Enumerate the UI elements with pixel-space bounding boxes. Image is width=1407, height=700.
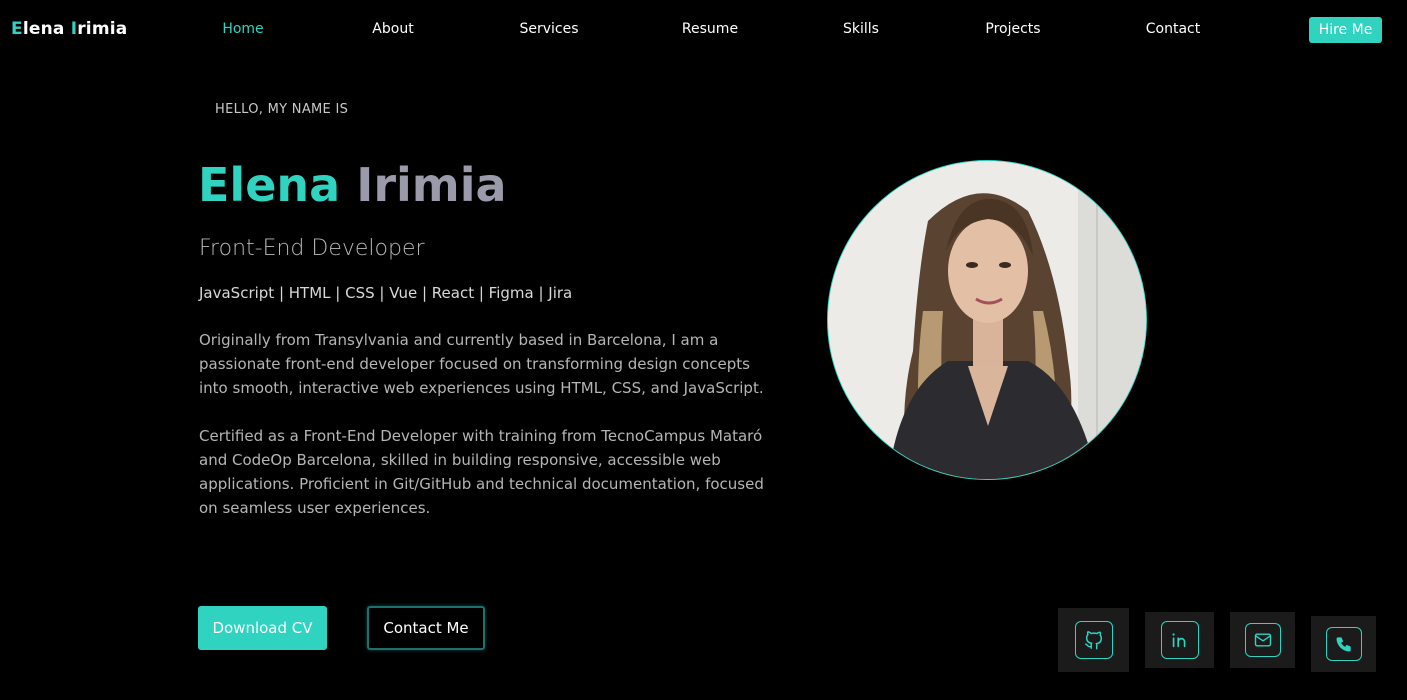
profile-photo (827, 160, 1147, 480)
phone-link[interactable] (1311, 616, 1376, 672)
phone-icon (1336, 637, 1351, 652)
logo[interactable]: Elena Irimia (11, 19, 127, 39)
nav-contact[interactable]: Contact (1146, 21, 1200, 37)
bio-paragraph-2: Certified as a Front-End Developer with … (199, 427, 764, 517)
navbar: Elena Irimia Home About Services Resume … (0, 0, 1407, 60)
nav-home[interactable]: Home (222, 21, 263, 37)
linkedin-link[interactable] (1145, 612, 1214, 668)
linkedin-icon-frame (1160, 621, 1199, 659)
phone-icon-frame (1325, 627, 1362, 661)
logo-first-rest: lena (22, 19, 71, 39)
download-cv-button[interactable]: Download CV (198, 606, 327, 650)
first-name: Elena (198, 158, 341, 212)
nav-about[interactable]: About (372, 21, 413, 37)
mail-icon (1254, 633, 1271, 647)
last-name: Irimia (356, 158, 507, 212)
contact-me-button[interactable]: Contact Me (367, 606, 485, 650)
role-title: Front-End Developer (199, 236, 425, 261)
nav-projects[interactable]: Projects (985, 21, 1040, 37)
bio-paragraph-1: Originally from Transylvania and current… (199, 331, 764, 397)
github-icon (1084, 631, 1102, 650)
email-link[interactable] (1230, 612, 1295, 668)
logo-initial-first: E (11, 19, 23, 39)
github-link[interactable] (1058, 608, 1129, 672)
nav-services[interactable]: Services (519, 21, 578, 37)
portrait-illustration (828, 161, 1146, 479)
nav-resume[interactable]: Resume (682, 21, 738, 37)
linkedin-icon (1171, 633, 1185, 648)
github-icon-frame (1074, 621, 1113, 659)
hero-name: Elena Irimia (198, 158, 507, 212)
hire-me-button[interactable]: Hire Me (1309, 17, 1382, 43)
mail-icon-frame (1244, 623, 1281, 657)
nav-skills[interactable]: Skills (843, 21, 879, 37)
logo-last-rest: rimia (77, 19, 128, 39)
greeting-text: HELLO, MY NAME IS (215, 102, 349, 117)
skills-list: JavaScript | HTML | CSS | Vue | React | … (199, 284, 573, 302)
